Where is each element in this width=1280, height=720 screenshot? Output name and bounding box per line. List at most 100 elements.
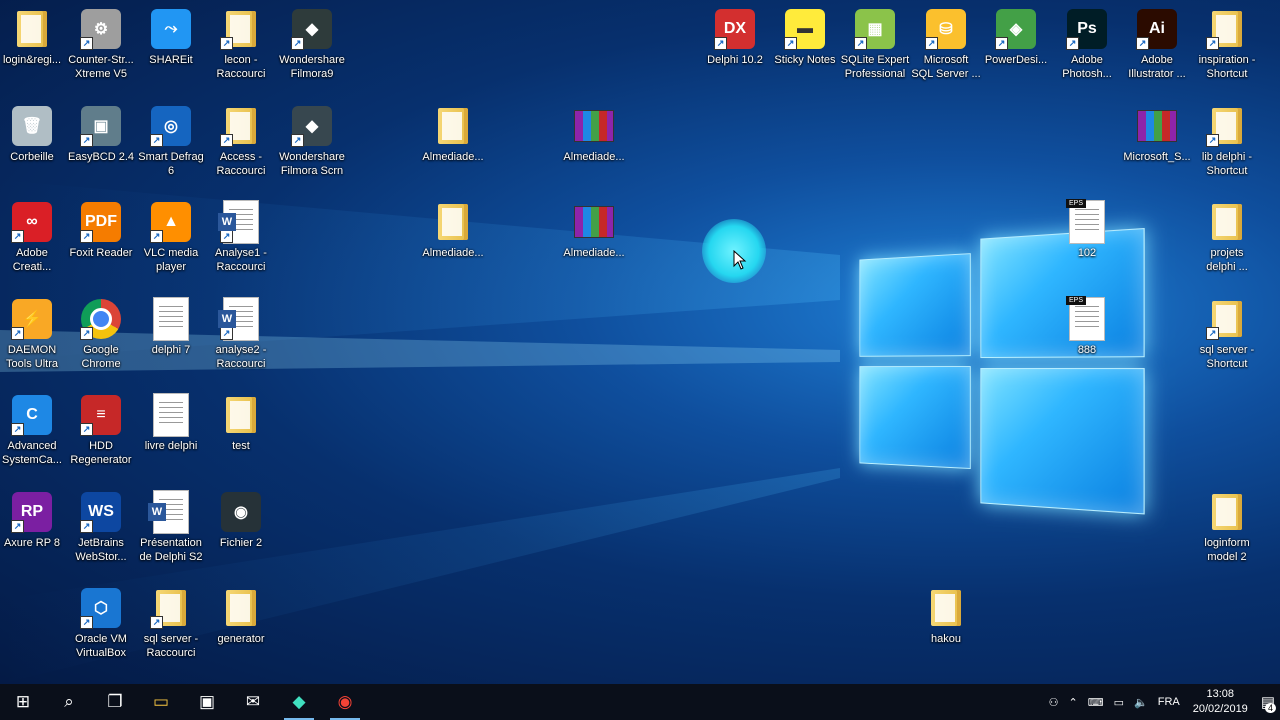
desktop-icon-vlc[interactable]: ▲ ↗ VLC media player — [136, 199, 206, 274]
desktop-icon-foxit[interactable]: PDF ↗ Foxit Reader — [66, 199, 136, 260]
desktop-icon-corbeille[interactable]: 🗑 Corbeille — [0, 103, 67, 164]
windows-logo-icon: ⊞ — [15, 692, 31, 711]
taskbar-button-taskview[interactable]: ❐ — [92, 684, 138, 720]
taskbar-button-store[interactable]: ▣ — [184, 684, 230, 720]
desktop-icon-lecon[interactable]: ↗ lecon - Raccourci — [206, 6, 276, 81]
desktop-icon-almediade2[interactable]: Almediade... — [559, 103, 629, 164]
shortcut-arrow-icon: ↗ — [291, 37, 304, 50]
chevron-up-icon[interactable]: ⌃ — [1069, 696, 1078, 709]
taskbar-button-search[interactable]: ⌕ — [46, 684, 92, 720]
desktop-icon-label: loginform model 2 — [1204, 537, 1250, 563]
taskbar-button-filmora[interactable]: ◆ — [276, 684, 322, 720]
desktop-icon-filmora-scrn[interactable]: ◆ ↗ Wondershare Filmora Scrn — [277, 103, 347, 178]
desktop-icon-smartdefrag[interactable]: ◎ ↗ Smart Defrag 6 — [136, 103, 206, 178]
keyboard-icon[interactable]: ⌨ — [1088, 696, 1104, 709]
desktop-icon-webstorm[interactable]: WS ↗ JetBrains WebStor... — [66, 489, 136, 564]
shortcut-arrow-icon: ↗ — [80, 37, 93, 50]
desktop-icon-microsoft-s[interactable]: Microsoft_S... — [1122, 103, 1192, 164]
desktop-icon-virtualbox[interactable]: ⬡ ↗ Oracle VM VirtualBox — [66, 585, 136, 660]
desktop-icon-access[interactable]: ↗ Access - Raccourci — [206, 103, 276, 178]
desktop-icon-inspiration[interactable]: ↗ inspiration - Shortcut — [1192, 6, 1262, 81]
desktop-icon-label: Advanced SystemCa... — [2, 440, 62, 466]
desktop-icon-eps102[interactable]: EPS 102 — [1052, 199, 1122, 260]
taskbar-button-explorer[interactable]: ▭ — [138, 684, 184, 720]
desktop-icon-illustrator[interactable]: Ai ↗ Adobe Illustrator ... — [1122, 6, 1192, 81]
desktop-icon-hakou[interactable]: hakou — [911, 585, 981, 646]
desktop-icon-login[interactable]: login&regi... — [0, 6, 67, 67]
shortcut-arrow-icon: ↗ — [150, 230, 163, 243]
clock[interactable]: 13:08 20/02/2019 — [1193, 687, 1248, 717]
shortcut-arrow-icon: ↗ — [80, 134, 93, 147]
chrome-icon: ↗ — [78, 296, 124, 342]
desktop-icon-photoshop[interactable]: Ps ↗ Adobe Photosh... — [1052, 6, 1122, 81]
desktop-icon-counter-strike[interactable]: ⚙ ↗ Counter-Str... Xtreme V5 — [66, 6, 136, 81]
action-center-button[interactable]: ▤ 4 — [1261, 693, 1276, 713]
desktop-icon-almediade3[interactable]: Almediade... — [418, 199, 488, 260]
desktop-icon-hdd-regen[interactable]: ≡ ↗ HDD Regenerator — [66, 392, 136, 467]
desktop-icon-delphi7[interactable]: delphi 7 — [136, 296, 206, 357]
desktop-icon-eps888[interactable]: EPS 888 — [1052, 296, 1122, 357]
desktop-icon-label: analyse2 - Raccourci — [215, 344, 267, 370]
desktop-icon-daemon[interactable]: ⚡ ↗ DAEMON Tools Ultra — [0, 296, 67, 371]
desktop-icon-analyse1[interactable]: W ↗ Analyse1 - Raccourci — [206, 199, 276, 274]
desktop-icon-sqlite-expert[interactable]: ▦ ↗ SQLite Expert Professional — [840, 6, 910, 81]
people-icon[interactable]: ⚇ — [1049, 696, 1059, 709]
shortcut-arrow-icon: ↗ — [925, 37, 938, 50]
desktop-icon-delphi102[interactable]: DX ↗ Delphi 10.2 — [700, 6, 770, 67]
fichier2-icon: ◉ — [218, 489, 264, 535]
taskbar-button-start[interactable]: ⊞ — [0, 684, 46, 720]
desktop-icon-axure[interactable]: RP ↗ Axure RP 8 — [0, 489, 67, 550]
shortcut-arrow-icon: ↗ — [150, 616, 163, 629]
desktop-icon-livre-delphi[interactable]: livre delphi — [136, 392, 206, 453]
almediade1-icon — [430, 103, 476, 149]
ms-sql-icon: ⛁ ↗ — [923, 6, 969, 52]
desktop-icon-label: Delphi 10.2 — [707, 54, 763, 66]
desktop-icon-projets-delphi[interactable]: projets delphi ... — [1192, 199, 1262, 274]
desktop-icon-advsystemcare[interactable]: C ↗ Advanced SystemCa... — [0, 392, 67, 467]
desktop-icon-label: inspiration - Shortcut — [1198, 54, 1256, 80]
clock-date: 20/02/2019 — [1192, 703, 1248, 715]
desktop-icon-label: sql server - Raccourci — [143, 633, 199, 659]
taskbar-button-mail[interactable]: ✉ — [230, 684, 276, 720]
desktop-icon-chrome[interactable]: ↗ Google Chrome — [66, 296, 136, 371]
desktop-icon-fichier2[interactable]: ◉ Fichier 2 — [206, 489, 276, 550]
desktop-icon-adobe-cc[interactable]: ∞ ↗ Adobe Creati... — [0, 199, 67, 274]
desktop-icon-loginform[interactable]: loginform model 2 — [1192, 489, 1262, 564]
analyse2-icon: W ↗ — [218, 296, 264, 342]
desktop-icon-label: lib delphi - Shortcut — [1201, 151, 1253, 177]
almediade3-icon — [430, 199, 476, 245]
filmora9-icon: ◆ ↗ — [289, 6, 335, 52]
test-icon — [218, 392, 264, 438]
desktop-icon-generator[interactable]: generator — [206, 585, 276, 646]
filmora-icon: ◆ — [292, 692, 306, 711]
shortcut-arrow-icon: ↗ — [150, 134, 163, 147]
desktop-icon-stickynotes[interactable]: ▬ ↗ Sticky Notes — [770, 6, 840, 67]
shortcut-arrow-icon: ↗ — [220, 327, 233, 340]
lib-delphi-icon: ↗ — [1204, 103, 1250, 149]
desktop-icon-analyse2[interactable]: W ↗ analyse2 - Raccourci — [206, 296, 276, 371]
language-indicator[interactable]: FRA — [1158, 696, 1180, 708]
desktop-icon-test[interactable]: test — [206, 392, 276, 453]
desktop-icon-label: DAEMON Tools Ultra — [6, 344, 58, 370]
desktop-icon-powerdesi[interactable]: ◈ ↗ PowerDesi... — [981, 6, 1051, 67]
desktop-icon-sqlserver-racc[interactable]: ↗ sql server - Raccourci — [136, 585, 206, 660]
desktop-icon-sqlserver-shortcut[interactable]: ↗ sql server - Shortcut — [1192, 296, 1262, 371]
desktop-icon-easybcd[interactable]: ▣ ↗ EasyBCD 2.4 — [66, 103, 136, 164]
virtualbox-icon: ⬡ ↗ — [78, 585, 124, 631]
desktop-icon-label: login&regi... — [2, 54, 62, 66]
desktop-icon-ms-sql[interactable]: ⛁ ↗ Microsoft SQL Server ... — [911, 6, 981, 81]
shortcut-arrow-icon: ↗ — [11, 230, 24, 243]
desktop-icon-label: Sticky Notes — [774, 54, 836, 66]
desktop-icon-label: Almediade... — [563, 247, 625, 259]
desktop-icon-filmora9[interactable]: ◆ ↗ Wondershare Filmora9 — [277, 6, 347, 81]
volume-icon[interactable]: 🔈 — [1134, 696, 1148, 709]
desktop-icon-presentation[interactable]: W Présentation de Delphi S2 — [136, 489, 206, 564]
desktop-icon-almediade1[interactable]: Almediade... — [418, 103, 488, 164]
desktop-icon-label: Google Chrome — [81, 344, 121, 370]
network-icon[interactable]: ▭ — [1114, 696, 1124, 709]
desktop-icon-shareit[interactable]: ⤳ SHAREit — [136, 6, 206, 67]
shortcut-arrow-icon: ↗ — [80, 423, 93, 436]
desktop-icon-lib-delphi[interactable]: ↗ lib delphi - Shortcut — [1192, 103, 1262, 178]
desktop-icon-almediade4[interactable]: Almediade... — [559, 199, 629, 260]
taskbar-button-chrome[interactable]: ◉ — [322, 684, 368, 720]
